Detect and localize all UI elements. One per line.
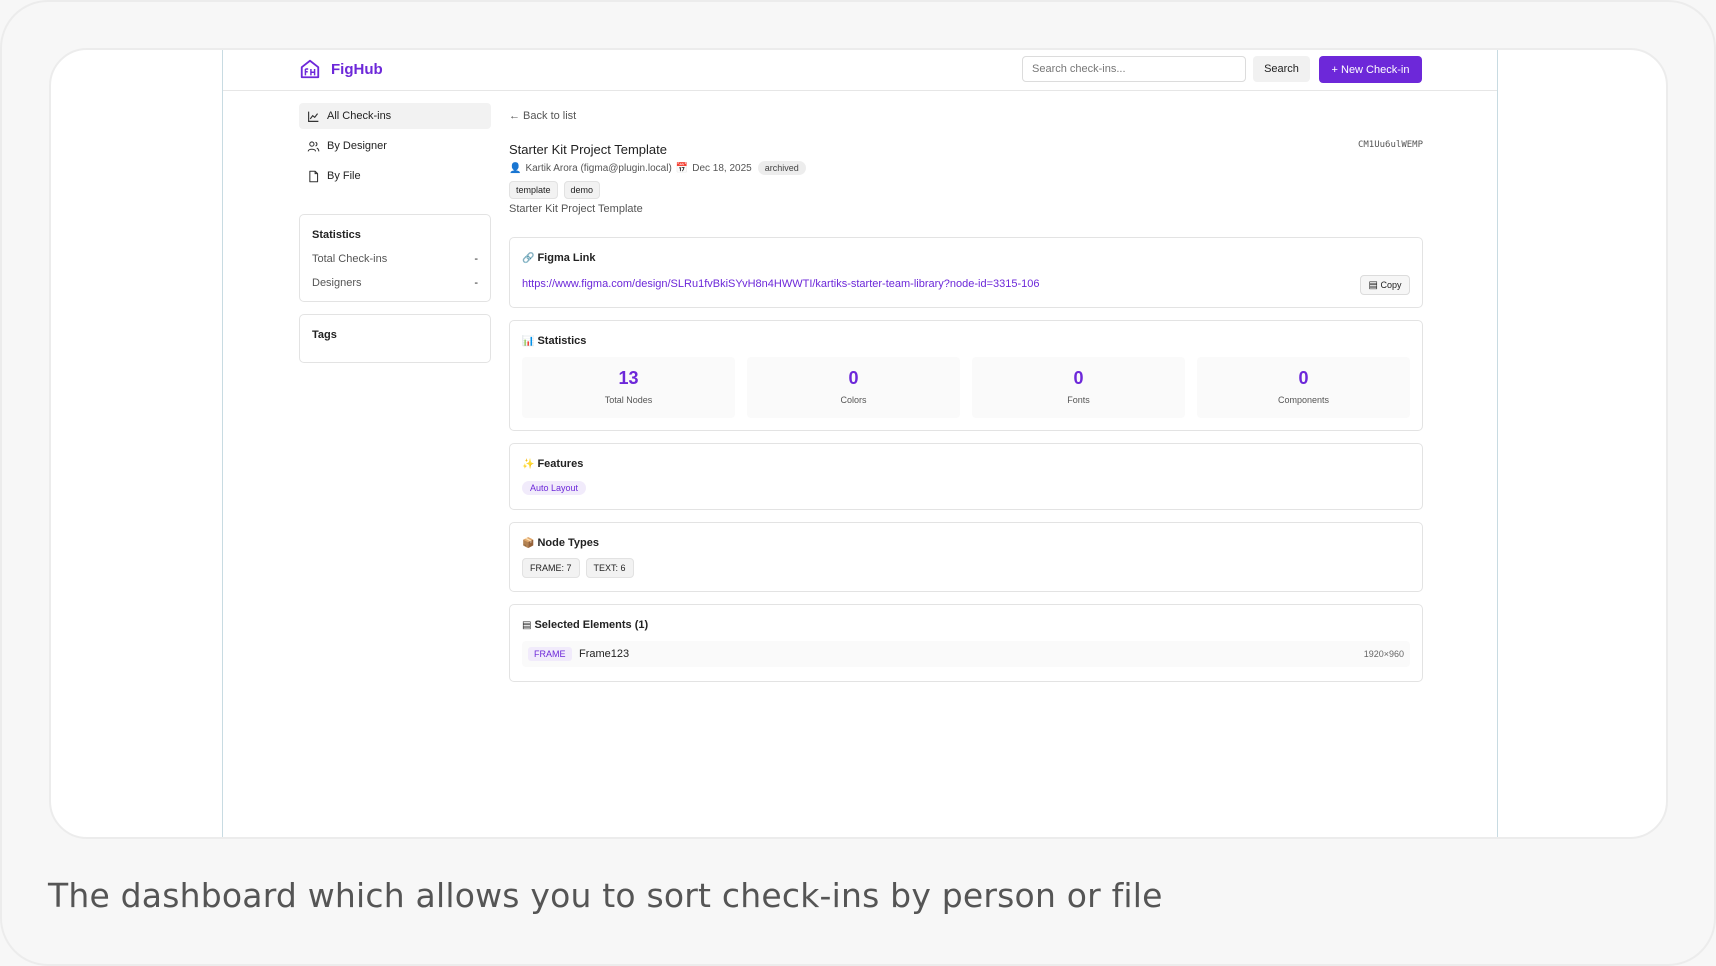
tag-chip[interactable]: demo [563, 181, 601, 199]
screenshot-card: FigHub Search + New Check-in All Check-i… [49, 48, 1668, 839]
clipboard-icon: ▤ [1368, 279, 1378, 291]
house-logo-icon [300, 59, 320, 79]
stat-card-fonts: 0 Fonts [972, 357, 1185, 418]
node-types-title: 📦 Node Types [522, 537, 599, 549]
tag-chip[interactable]: template [509, 181, 558, 199]
stat-total-check-ins: Total Check-ins - [312, 253, 478, 265]
back-to-list-link[interactable]: ← Back to list [509, 110, 576, 122]
bar-chart-icon: 📊 [522, 335, 535, 347]
statistics-panel-title: Statistics [312, 229, 361, 241]
selected-elements-section: ▤ Selected Elements (1) FRAME Frame123 1… [509, 604, 1423, 682]
check-in-title: Starter Kit Project Template [509, 142, 667, 157]
calendar-icon: 📅 [675, 162, 689, 174]
file-icon [309, 170, 319, 182]
nav-label: All Check-ins [327, 110, 392, 122]
sparkles-icon: ✨ [522, 458, 535, 470]
search-button[interactable]: Search [1253, 56, 1310, 82]
element-name: Frame123 [579, 648, 630, 660]
top-bar: FigHub Search + New Check-in [223, 50, 1497, 91]
app-window: FigHub Search + New Check-in All Check-i… [222, 50, 1498, 837]
nav-by-designer[interactable]: By Designer [299, 133, 491, 159]
feature-chip: Auto Layout [522, 481, 587, 495]
stat-card-components: 0 Components [1197, 357, 1410, 418]
new-check-in-button[interactable]: + New Check-in [1319, 56, 1422, 83]
element-size: 1920×960 [1363, 649, 1404, 659]
author: Kartik Arora (figma@plugin.local) [525, 162, 672, 174]
statistics-section: 📊 Statistics 13 Total Nodes 0 Colors 0 F… [509, 320, 1423, 431]
tag-list: template demo [509, 181, 601, 199]
selected-elements-title: ▤ Selected Elements (1) [522, 619, 649, 631]
package-icon: 📦 [522, 537, 535, 549]
check-in-meta: 👤 Kartik Arora (figma@plugin.local) 📅 De… [509, 161, 806, 175]
node-type-list: FRAME: 7 TEXT: 6 [522, 558, 634, 578]
node-types-section: 📦 Node Types FRAME: 7 TEXT: 6 [509, 522, 1423, 592]
selection-icon: ▤ [522, 619, 532, 631]
chart-icon [308, 111, 319, 122]
node-type-chip: TEXT: 6 [585, 558, 634, 578]
status-badge: archived [757, 161, 806, 175]
user-icon: 👤 [509, 162, 522, 174]
features-title: ✨ Features [522, 458, 584, 470]
caption: The dashboard which allows you to sort c… [48, 876, 1163, 915]
logo[interactable]: FigHub [299, 58, 383, 80]
element-type-badge: FRAME [528, 647, 572, 661]
statistics-panel: Statistics Total Check-ins - Designers - [299, 214, 491, 302]
users-icon [307, 140, 320, 152]
figma-url-link[interactable]: https://www.figma.com/design/SLRu1fvBkiS… [522, 278, 1040, 290]
description: Starter Kit Project Template [509, 203, 643, 215]
search-input[interactable] [1022, 56, 1246, 82]
features-section: ✨ Features Auto Layout [509, 443, 1423, 510]
node-type-chip: FRAME: 7 [522, 558, 580, 578]
stat-card-colors: 0 Colors [747, 357, 960, 418]
nav-label: By Designer [327, 140, 387, 152]
link-icon: 🔗 [522, 252, 535, 264]
stat-card-total-nodes: 13 Total Nodes [522, 357, 735, 418]
figma-link-title: 🔗 Figma Link [522, 252, 596, 264]
copy-button[interactable]: ▤ Copy [1360, 275, 1410, 295]
selected-element-row[interactable]: FRAME Frame123 1920×960 [522, 641, 1410, 667]
nav-label: By File [327, 170, 361, 182]
figma-link-section: 🔗 Figma Link https://www.figma.com/desig… [509, 237, 1423, 308]
date: Dec 18, 2025 [692, 162, 752, 174]
statistics-title: 📊 Statistics [522, 335, 587, 347]
check-in-id: CM1Uu6ulWEMP [1357, 140, 1423, 150]
tags-panel-title: Tags [312, 329, 337, 341]
stat-designers: Designers - [312, 277, 478, 289]
nav-by-file[interactable]: By File [299, 163, 491, 189]
tags-panel: Tags [299, 314, 491, 363]
logo-text: FigHub [331, 60, 383, 78]
nav-all-check-ins[interactable]: All Check-ins [299, 103, 491, 129]
